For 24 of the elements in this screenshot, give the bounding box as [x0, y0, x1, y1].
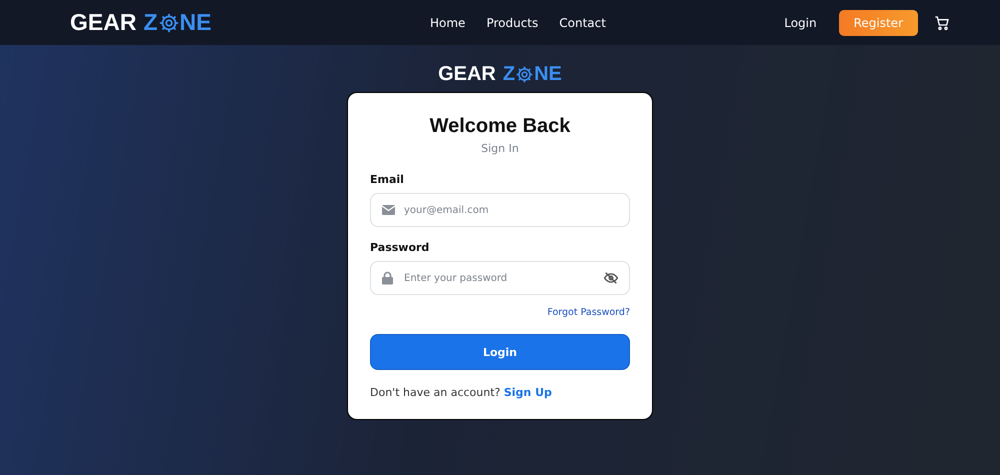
- sign-up-link[interactable]: Sign Up: [504, 386, 552, 399]
- logo-text: GEAR: [70, 9, 136, 36]
- nav-link[interactable]: Products: [486, 16, 538, 30]
- field-label: Password: [370, 241, 430, 254]
- gear-icon: [158, 12, 180, 34]
- gear-icon: [515, 65, 534, 84]
- nav-link[interactable]: Home: [430, 16, 466, 30]
- input-field[interactable]: Enter your password: [370, 261, 630, 295]
- card-title: Welcome Back: [428, 115, 572, 138]
- signup-prompt: Don't have an account? Sign Up: [370, 386, 553, 399]
- field-label: Email: [370, 173, 405, 186]
- card-subtitle: Sign In: [480, 142, 520, 155]
- input-field[interactable]: your@email.com: [370, 193, 630, 227]
- login-link[interactable]: Login: [784, 16, 817, 30]
- logo-text: NE: [534, 63, 562, 86]
- nav-link[interactable]: Contact: [559, 16, 606, 30]
- logo-text: Z: [143, 9, 158, 36]
- login-button[interactable]: Login: [370, 334, 630, 370]
- eye-slash-icon[interactable]: [604, 272, 618, 284]
- forgot-password-link[interactable]: Forgot Password?: [547, 307, 630, 318]
- logo-text: GEAR: [438, 63, 496, 86]
- cart-icon[interactable]: [934, 14, 950, 30]
- logo-text: NE: [180, 9, 212, 36]
- logo-text: Z: [502, 63, 516, 86]
